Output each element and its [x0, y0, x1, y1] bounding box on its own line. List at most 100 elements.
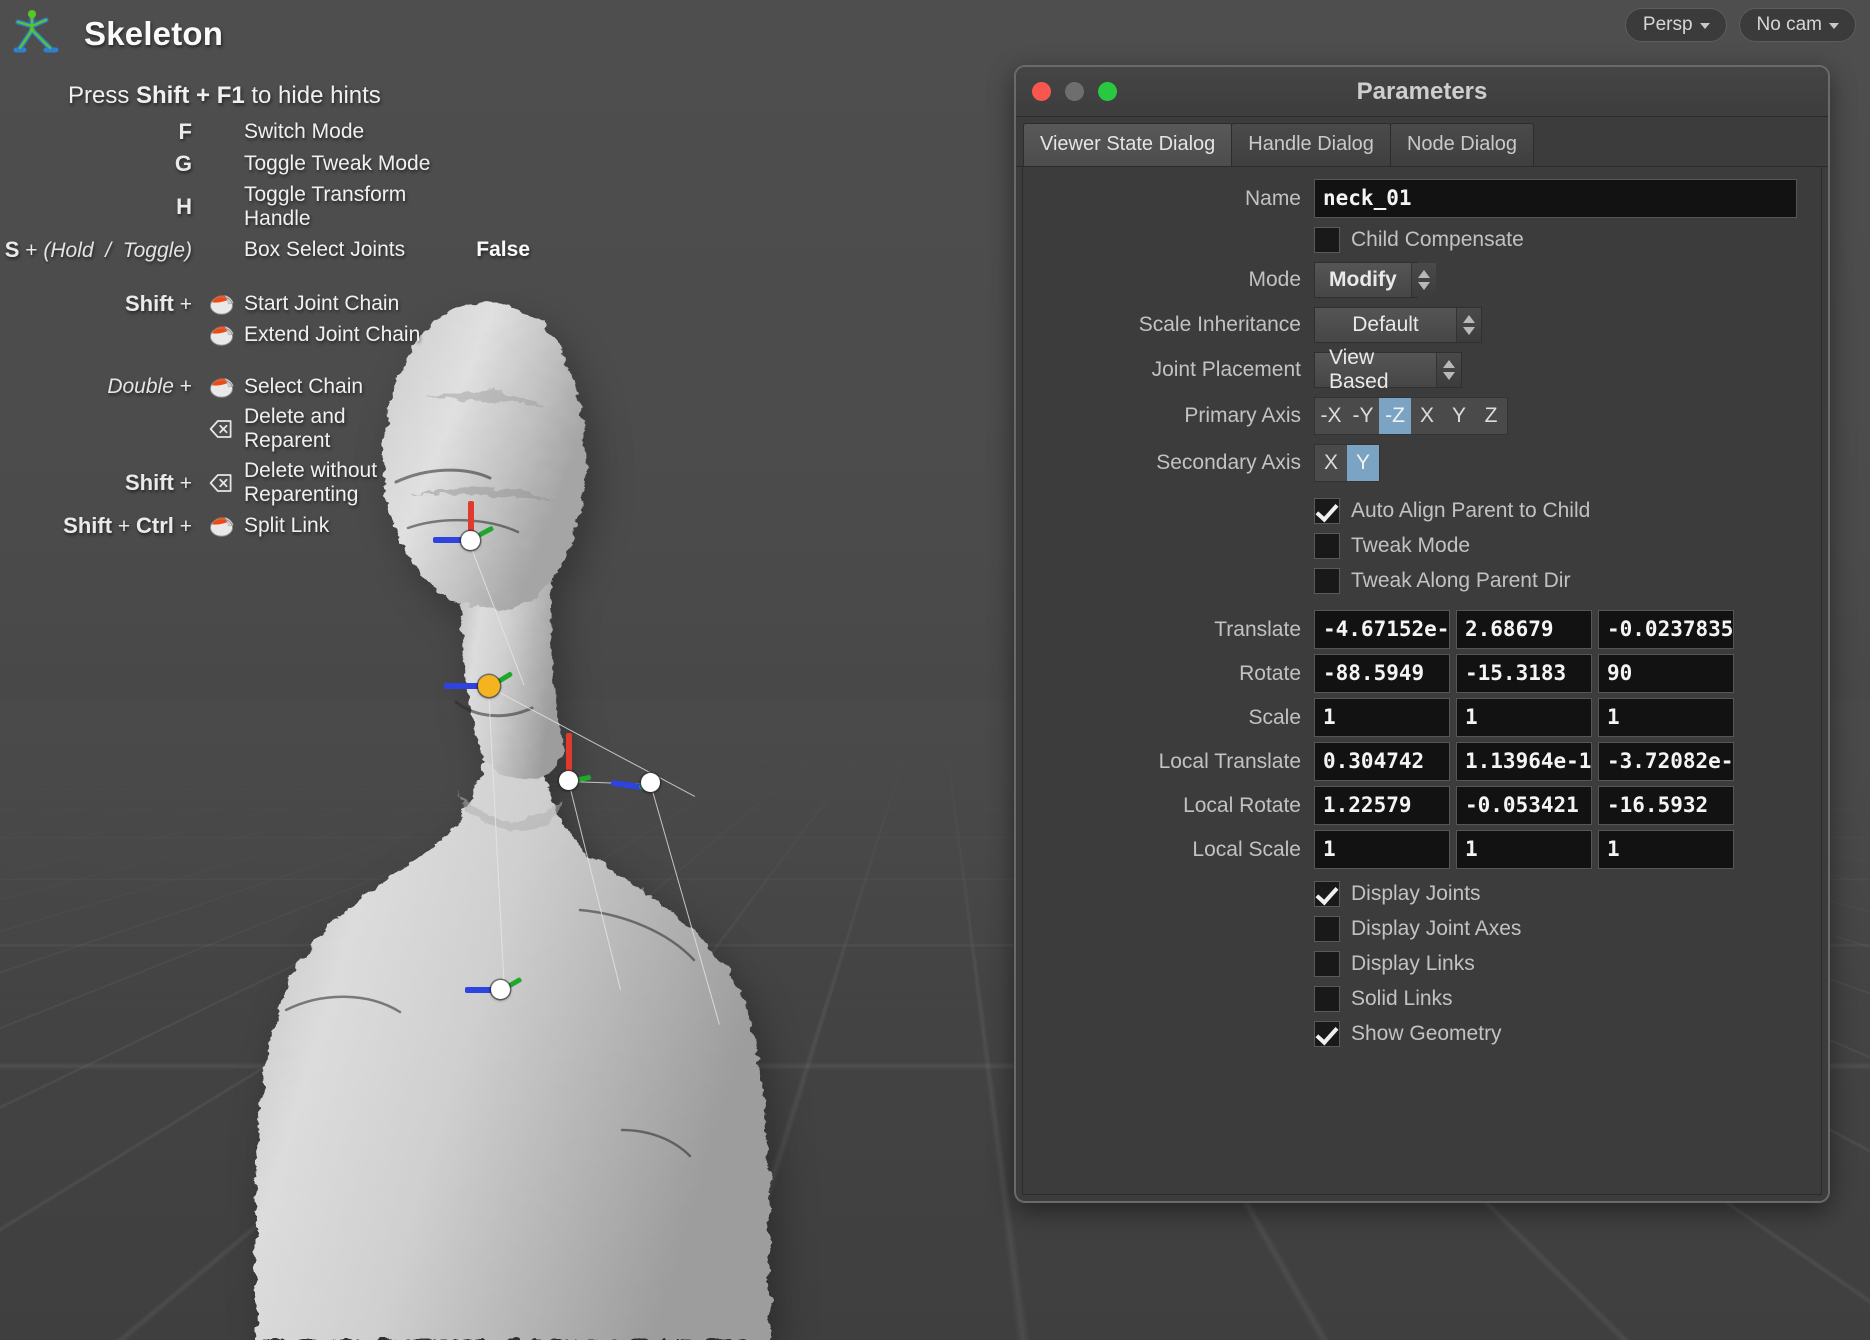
transform-value-input[interactable]: -88.5949 — [1314, 654, 1450, 693]
row-translate: Translate -4.67152e-1 2.68679 -0.0237835 — [1031, 610, 1813, 649]
transform-value-input[interactable]: -15.3183 — [1456, 654, 1592, 693]
transform-value-input[interactable]: -3.72082e-1 — [1598, 742, 1734, 781]
mode-label: Mode — [1031, 268, 1314, 292]
arrow-down-icon — [1418, 282, 1430, 290]
view-mode-button[interactable]: Persp — [1625, 8, 1727, 42]
transform-value-input[interactable]: 0.304742 — [1314, 742, 1450, 781]
transform-label: Local Translate — [1031, 750, 1314, 774]
stepper-arrows-icon[interactable] — [1436, 353, 1461, 387]
tab-handle-dialog[interactable]: Handle Dialog — [1231, 123, 1391, 166]
show-geometry-checkbox[interactable] — [1314, 1021, 1340, 1047]
mouse-left-icon — [208, 376, 235, 398]
primary-axis-option-negZ[interactable]: -Z — [1379, 398, 1411, 434]
scale-inheritance-dropdown[interactable]: Default — [1314, 307, 1482, 343]
primary-axis-option-X[interactable]: X — [1411, 398, 1443, 434]
hint-icon — [204, 372, 238, 402]
child-compensate-checkbox[interactable] — [1314, 227, 1340, 253]
transform-value-input[interactable]: 1 — [1456, 830, 1592, 869]
hide-hints-instruction: Press Shift + F1 to hide hints — [0, 82, 900, 110]
display-links-label: Display Links — [1351, 952, 1475, 976]
transform-value-input[interactable]: -0.053421 — [1456, 786, 1592, 825]
mouse-left-icon — [208, 515, 235, 537]
transform-value-input[interactable]: 1 — [1598, 830, 1734, 869]
joint-dot[interactable] — [559, 771, 578, 790]
primary-axis-option-negX[interactable]: -X — [1315, 398, 1347, 434]
transform-value-input[interactable]: -16.5932 — [1598, 786, 1734, 825]
spacer — [1031, 874, 1813, 881]
stepper-arrows-icon[interactable] — [1411, 263, 1436, 297]
row-solid-links[interactable]: Solid Links — [1031, 986, 1813, 1012]
joint-placement-dropdown[interactable]: View Based — [1314, 352, 1462, 388]
axis-x-handle[interactable] — [465, 987, 493, 993]
camera-select-button[interactable]: No cam — [1739, 8, 1856, 42]
display-links-checkbox[interactable] — [1314, 951, 1340, 977]
row-local-scale: Local Scale 1 1 1 — [1031, 830, 1813, 869]
tab-node-dialog[interactable]: Node Dialog — [1390, 123, 1534, 166]
row-scale-inheritance: Scale Inheritance Default — [1031, 307, 1813, 343]
name-input[interactable]: neck_01 — [1314, 179, 1797, 218]
axis-x-handle[interactable] — [444, 683, 480, 689]
secondary-axis-option-Y[interactable]: Y — [1347, 445, 1379, 481]
minimize-button[interactable] — [1065, 82, 1084, 101]
joint-dot[interactable] — [491, 980, 510, 999]
tweak-mode-checkbox[interactable] — [1314, 533, 1340, 559]
tweak-parent-dir-checkbox[interactable] — [1314, 568, 1340, 594]
solid-links-checkbox[interactable] — [1314, 986, 1340, 1012]
axis-y-handle[interactable] — [566, 733, 572, 773]
solid-links-label: Solid Links — [1351, 987, 1453, 1011]
hint-row: Extend Joint Chain — [0, 320, 530, 350]
transform-value-input[interactable]: 1.22579 — [1314, 786, 1450, 825]
row-display-links[interactable]: Display Links — [1031, 951, 1813, 977]
viewport-toolbar: Persp No cam — [1625, 8, 1856, 42]
mode-dropdown[interactable]: Modify — [1314, 262, 1418, 298]
hint-icon — [204, 456, 238, 510]
vector-input-group: -4.67152e-1 2.68679 -0.0237835 — [1314, 610, 1734, 649]
transform-value-input[interactable]: 1 — [1456, 698, 1592, 737]
dialog-titlebar[interactable]: Parameters — [1016, 67, 1828, 117]
hint-key — [0, 320, 204, 350]
hints-header: Skeleton — [0, 0, 900, 60]
hint-key: Shift + Ctrl + — [0, 510, 204, 542]
hint-row: Double + Select Chain — [0, 372, 530, 402]
transform-value-input[interactable]: 1.13964e-10 — [1456, 742, 1592, 781]
view-mode-label: Persp — [1643, 15, 1693, 34]
display-joints-checkbox[interactable] — [1314, 881, 1340, 907]
tab-viewer-state-dialog[interactable]: Viewer State Dialog — [1023, 123, 1232, 166]
row-display-joint-axes[interactable]: Display Joint Axes — [1031, 916, 1813, 942]
close-button[interactable] — [1032, 82, 1051, 101]
primary-axis-buttons[interactable]: -X -Y -Z X Y Z — [1314, 397, 1508, 435]
hint-key: H — [0, 180, 204, 234]
transform-value-input[interactable]: 1 — [1598, 698, 1734, 737]
hint-description: Start Joint Chain — [238, 288, 436, 320]
joint-dot-selected[interactable] — [478, 675, 500, 697]
transform-value-input[interactable]: 1 — [1314, 830, 1450, 869]
transform-label: Translate — [1031, 618, 1314, 642]
transform-value-input[interactable]: 1 — [1314, 698, 1450, 737]
primary-axis-option-Z[interactable]: Z — [1475, 398, 1507, 434]
auto-align-checkbox[interactable] — [1314, 498, 1340, 524]
mouse-left-icon — [208, 324, 235, 346]
transform-rows: Translate -4.67152e-1 2.68679 -0.0237835 Rot… — [1031, 610, 1813, 869]
row-auto-align[interactable]: Auto Align Parent to Child — [1031, 498, 1813, 524]
row-display-joints[interactable]: Display Joints — [1031, 881, 1813, 907]
row-tweak-mode[interactable]: Tweak Mode — [1031, 533, 1813, 559]
primary-axis-option-negY[interactable]: -Y — [1347, 398, 1379, 434]
display-joint-axes-checkbox[interactable] — [1314, 916, 1340, 942]
transform-value-input[interactable]: -0.0237835 — [1598, 610, 1734, 649]
transform-value-input[interactable]: -4.67152e-1 — [1314, 610, 1450, 649]
joint-dot[interactable] — [641, 773, 660, 792]
zoom-button[interactable] — [1098, 82, 1117, 101]
name-label: Name — [1031, 187, 1314, 211]
hint-icon — [204, 510, 238, 542]
transform-value-input[interactable]: 2.68679 — [1456, 610, 1592, 649]
secondary-axis-buttons[interactable]: XY — [1314, 444, 1380, 482]
parameters-dialog[interactable]: Parameters Viewer State Dialog Handle Di… — [1014, 65, 1830, 1203]
row-child-compensate[interactable]: Child Compensate — [1031, 227, 1813, 253]
secondary-axis-option-X[interactable]: X — [1315, 445, 1347, 481]
transform-value-input[interactable]: 90 — [1598, 654, 1734, 693]
row-show-geometry[interactable]: Show Geometry — [1031, 1021, 1813, 1047]
primary-axis-option-Y[interactable]: Y — [1443, 398, 1475, 434]
stepper-arrows-icon[interactable] — [1456, 308, 1481, 342]
row-tweak-parent-dir[interactable]: Tweak Along Parent Dir — [1031, 568, 1813, 594]
row-scale: Scale 1 1 1 — [1031, 698, 1813, 737]
